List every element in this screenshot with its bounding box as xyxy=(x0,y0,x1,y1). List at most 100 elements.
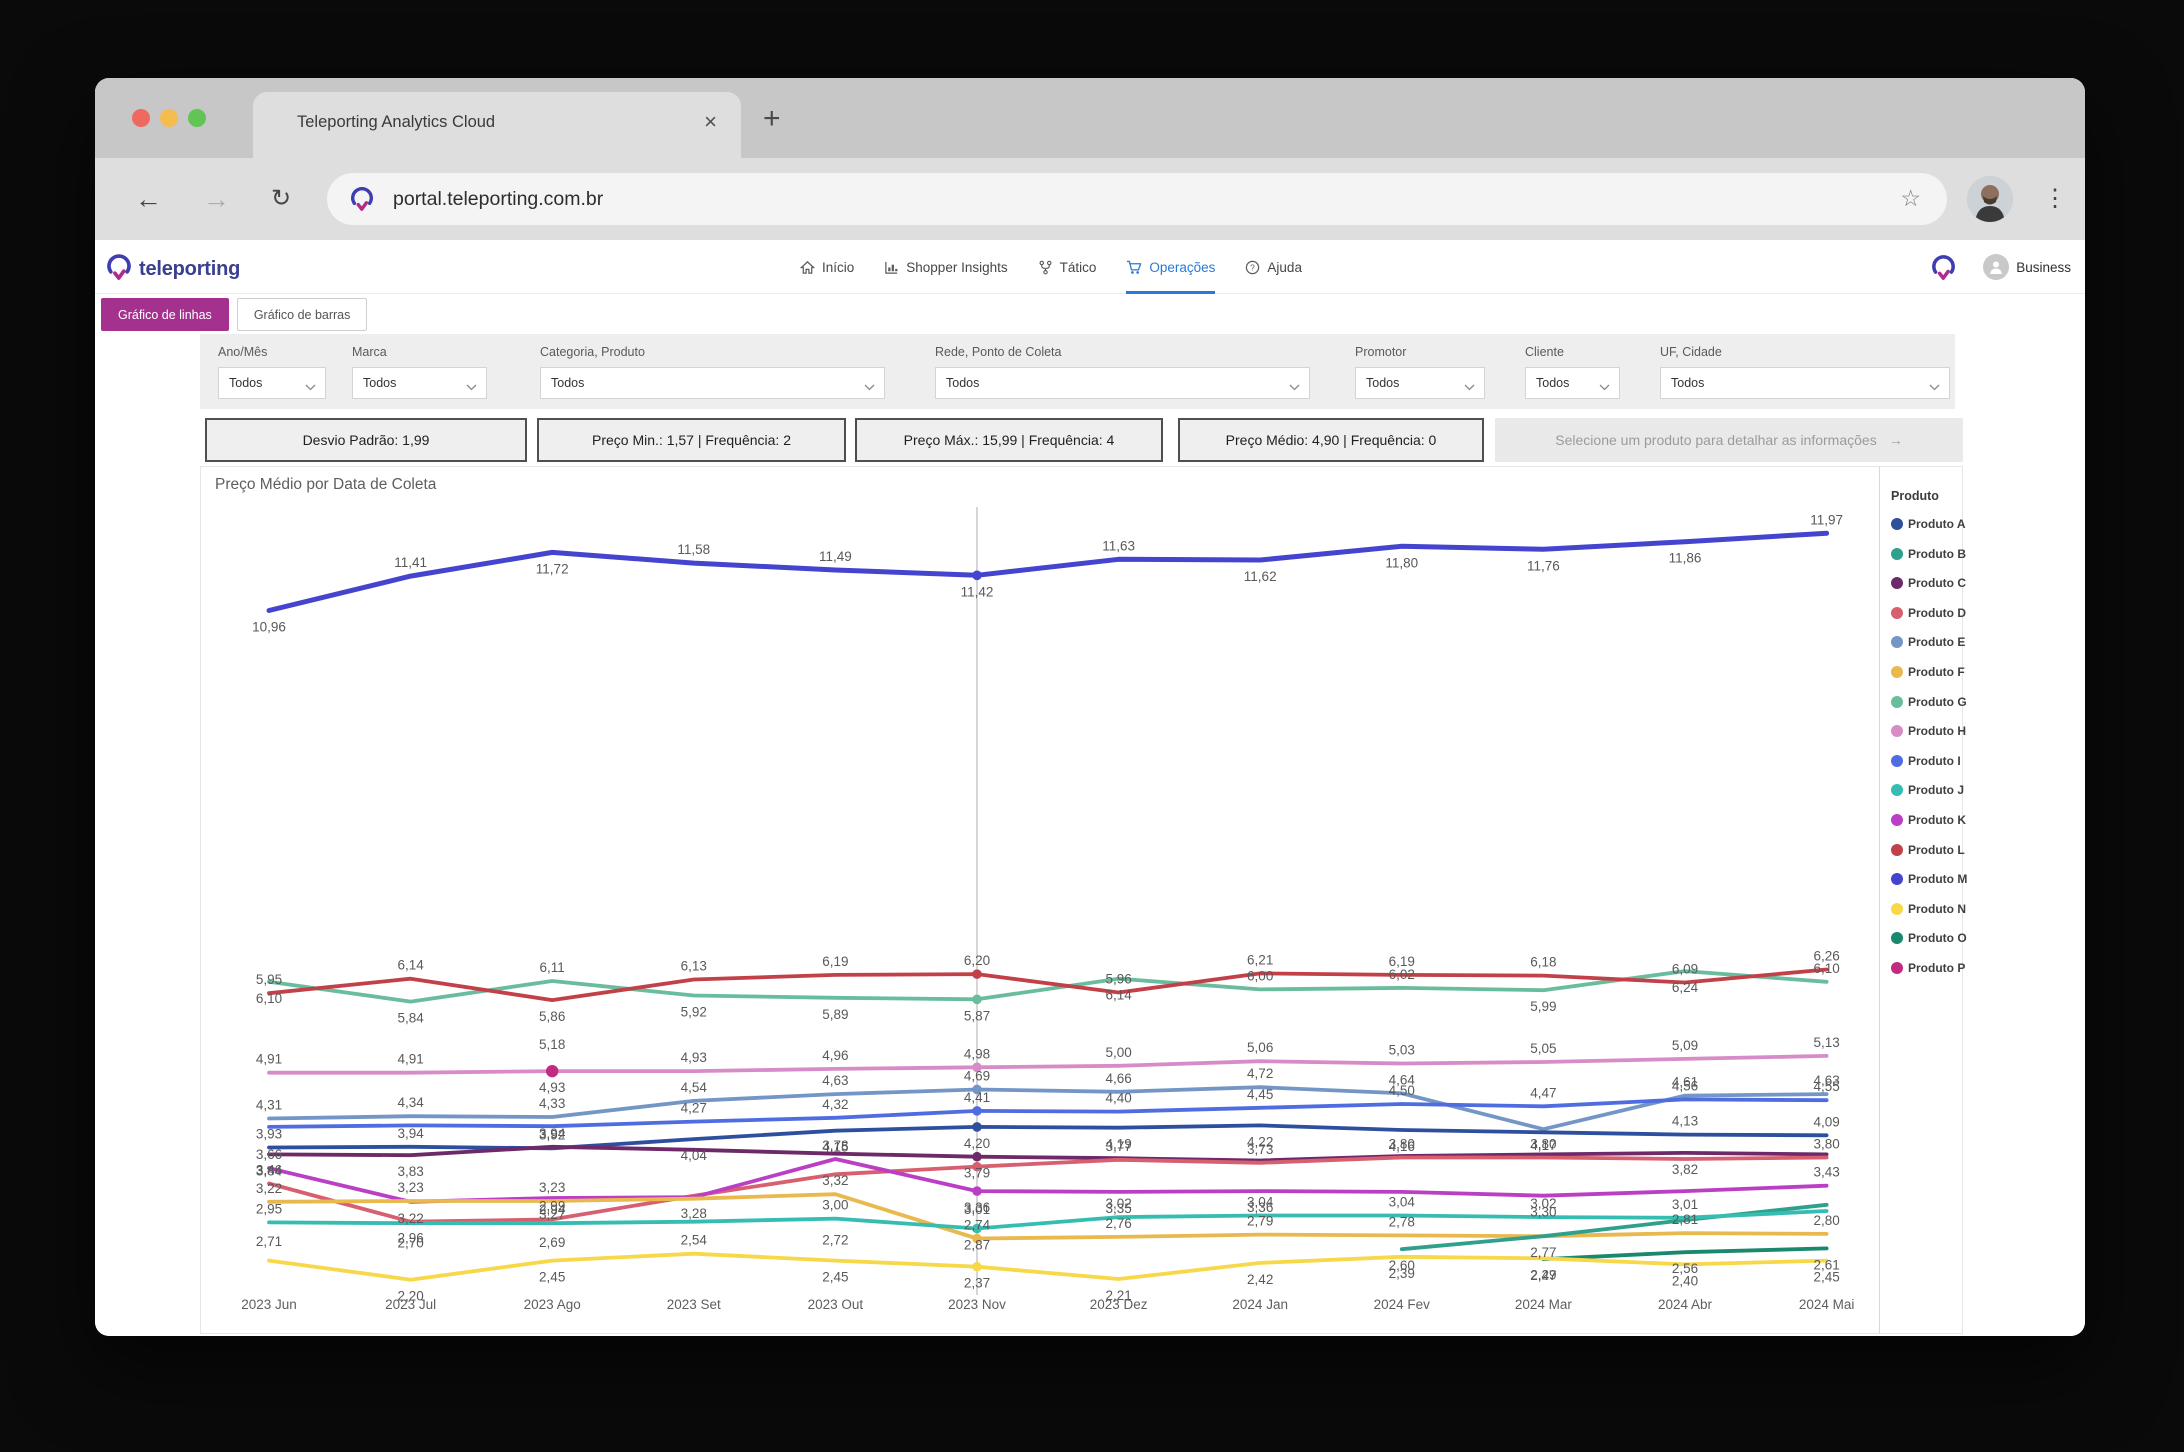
legend-item-produto-d[interactable]: Produto D xyxy=(1891,606,1966,620)
data-label: 2,42 xyxy=(1247,1272,1273,1287)
reload-button[interactable]: ↻ xyxy=(271,158,291,240)
x-axis-tick-label: 2023 Out xyxy=(808,1297,864,1312)
account-badge[interactable]: Business xyxy=(1983,254,2071,280)
arrow-right-icon: → xyxy=(1889,432,1903,448)
series-line-produto-e[interactable] xyxy=(269,1087,1827,1129)
series-line-produto-a[interactable] xyxy=(269,1125,1827,1148)
highlight-dot xyxy=(972,571,982,581)
data-label: 2,94 xyxy=(539,1202,566,1217)
nav-item-shopper-insights[interactable]: Shopper Insights xyxy=(884,240,1007,294)
chevron-down-icon xyxy=(1599,380,1610,394)
series-line-produto-i[interactable] xyxy=(269,1099,1827,1127)
data-label: 2,40 xyxy=(1672,1273,1698,1288)
close-window-button[interactable] xyxy=(132,109,150,127)
series-line-produto-h[interactable] xyxy=(269,1056,1827,1073)
data-label: 4,91 xyxy=(256,1052,282,1067)
filter-value: Todos xyxy=(363,376,396,390)
tab-close-icon[interactable]: × xyxy=(704,109,717,135)
series-line-produto-k[interactable] xyxy=(269,1159,1827,1202)
chart-card: 4,914,914,934,964,985,005,065,035,055,09… xyxy=(200,466,1963,1334)
legend-title: Produto xyxy=(1891,489,1963,503)
chart-legend: Produto Produto AProduto BProduto CProdu… xyxy=(1891,489,1963,503)
app-logo[interactable]: teleporting xyxy=(105,251,240,287)
legend-item-produto-f[interactable]: Produto F xyxy=(1891,665,1965,679)
browser-profile-avatar[interactable] xyxy=(1967,176,2013,222)
zoom-window-button[interactable] xyxy=(188,109,206,127)
data-label: 3,23 xyxy=(397,1180,423,1195)
minimize-window-button[interactable] xyxy=(160,109,178,127)
legend-color-dot xyxy=(1891,696,1903,708)
tab-title: Teleporting Analytics Cloud xyxy=(297,113,495,132)
legend-item-produto-i[interactable]: Produto I xyxy=(1891,754,1961,768)
legend-label: Produto H xyxy=(1908,724,1966,738)
x-axis-tick-label: 2023 Nov xyxy=(948,1297,1006,1312)
data-label: 3,01 xyxy=(964,1202,990,1217)
series-line-produto-o[interactable] xyxy=(1543,1248,1826,1259)
data-label: 3,94 xyxy=(539,1126,566,1141)
chevron-down-icon xyxy=(1464,380,1475,394)
legend-item-produto-m[interactable]: Produto M xyxy=(1891,872,1967,886)
legend-label: Produto A xyxy=(1908,517,1966,531)
data-point-produto-p[interactable] xyxy=(546,1065,558,1077)
filter-select-ano-m-s[interactable]: Todos xyxy=(218,367,326,399)
back-button[interactable]: ← xyxy=(135,158,162,240)
series-line-produto-d[interactable] xyxy=(269,1158,1827,1222)
select-product-hint-text: Selecione um produto para detalhar as in… xyxy=(1555,432,1876,448)
forward-button[interactable]: → xyxy=(203,158,230,240)
nav-item-ajuda[interactable]: ?Ajuda xyxy=(1245,240,1302,294)
data-label: 3,93 xyxy=(256,1127,282,1142)
legend-item-produto-n[interactable]: Produto N xyxy=(1891,902,1966,916)
data-label: 6,13 xyxy=(681,958,707,973)
data-label: 4,93 xyxy=(681,1050,707,1065)
bookmark-star-icon[interactable]: ☆ xyxy=(1900,185,1921,212)
highlight-dot xyxy=(972,969,982,979)
nav-item-início[interactable]: Início xyxy=(800,240,854,294)
data-label: 4,40 xyxy=(1105,1091,1131,1106)
legend-item-produto-a[interactable]: Produto A xyxy=(1891,517,1966,531)
data-label: 6,18 xyxy=(1530,955,1556,970)
nav-item-tático[interactable]: Tático xyxy=(1038,240,1097,294)
legend-item-produto-c[interactable]: Produto C xyxy=(1891,576,1966,590)
legend-item-produto-h[interactable]: Produto H xyxy=(1891,724,1966,738)
select-product-hint: Selecione um produto para detalhar as in… xyxy=(1495,418,1963,462)
legend-item-produto-b[interactable]: Produto B xyxy=(1891,547,1966,561)
legend-item-produto-l[interactable]: Produto L xyxy=(1891,843,1965,857)
filter-label: Marca xyxy=(352,345,387,359)
legend-color-dot xyxy=(1891,577,1903,589)
data-label: 4,47 xyxy=(1530,1085,1556,1100)
data-label: 4,56 xyxy=(1672,1078,1698,1093)
legend-item-produto-j[interactable]: Produto J xyxy=(1891,783,1964,797)
filter-select-categoria-produto[interactable]: Todos xyxy=(540,367,885,399)
view-tab-gráfico-de-linhas[interactable]: Gráfico de linhas xyxy=(101,298,229,331)
browser-tab[interactable]: Teleporting Analytics Cloud × xyxy=(253,92,741,158)
data-label: 6,19 xyxy=(1389,954,1415,969)
data-label: 5,92 xyxy=(681,1005,707,1020)
legend-item-produto-k[interactable]: Produto K xyxy=(1891,813,1966,827)
new-tab-button[interactable]: + xyxy=(763,102,781,136)
filter-select-rede-ponto-de-coleta[interactable]: Todos xyxy=(935,367,1310,399)
filter-select-cliente[interactable]: Todos xyxy=(1525,367,1620,399)
bar-chart-icon xyxy=(884,260,899,275)
browser-menu-icon[interactable]: ⋮ xyxy=(2043,158,2067,240)
x-axis-tick-label: 2023 Dez xyxy=(1090,1297,1148,1312)
data-label: 11,41 xyxy=(394,555,427,570)
chevron-down-icon xyxy=(1929,380,1940,394)
series-line-produto-b[interactable] xyxy=(1402,1205,1827,1249)
series-line-produto-m[interactable] xyxy=(269,533,1827,610)
legend-item-produto-o[interactable]: Produto O xyxy=(1891,931,1967,945)
view-tab-gráfico-de-barras[interactable]: Gráfico de barras xyxy=(237,298,368,331)
series-line-produto-g[interactable] xyxy=(269,971,1827,1002)
filter-select-uf-cidade[interactable]: Todos xyxy=(1660,367,1950,399)
legend-item-produto-g[interactable]: Produto G xyxy=(1891,695,1967,709)
filter-select-marca[interactable]: Todos xyxy=(352,367,487,399)
data-label: 4,55 xyxy=(1813,1079,1839,1094)
legend-item-produto-e[interactable]: Produto E xyxy=(1891,635,1965,649)
stat-box-1: Preço Min.: 1,57 | Frequência: 2 xyxy=(537,418,846,462)
address-bar[interactable]: portal.teleporting.com.br ☆ xyxy=(327,173,1947,225)
legend-color-dot xyxy=(1891,962,1903,974)
filter-select-promotor[interactable]: Todos xyxy=(1355,367,1485,399)
help-icon: ? xyxy=(1245,260,1260,275)
legend-item-produto-p[interactable]: Produto P xyxy=(1891,961,1965,975)
nav-item-operações[interactable]: Operações xyxy=(1126,240,1215,294)
line-chart[interactable]: 4,914,914,934,964,985,005,065,035,055,09… xyxy=(201,467,1881,1335)
